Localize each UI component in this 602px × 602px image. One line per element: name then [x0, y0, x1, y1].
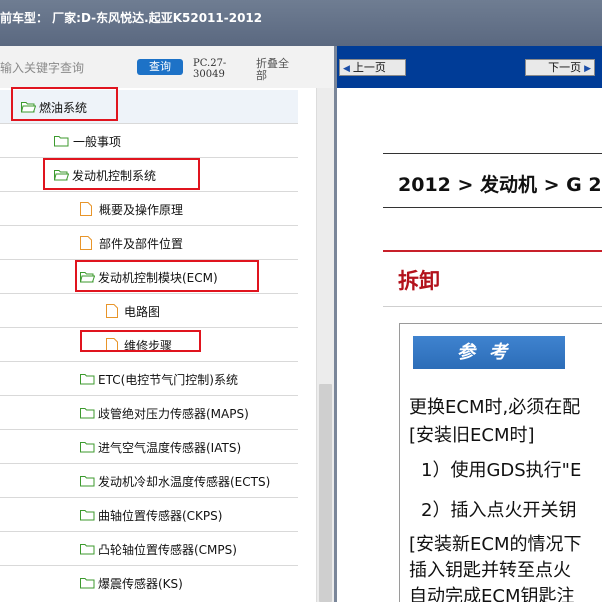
tree-label: 概要及操作原理 [99, 203, 184, 217]
section-rule [383, 250, 602, 252]
tree-node-maps[interactable]: 歧管绝对压力传感器(MAPS) [0, 396, 298, 430]
note-line: 更换ECM时,必须在配 [409, 397, 581, 418]
prev-page-label: 上一页 [352, 61, 386, 74]
left-pane: 查询 PC.27-30049 折叠全部 燃油系统 一般事项 发动机控制系统 [0, 46, 335, 602]
folder-open-icon [21, 102, 36, 113]
tree-label: 发动机控制模块(ECM) [98, 271, 218, 285]
folder-icon [80, 374, 95, 385]
document-pane: ◀ 上一页 下一页 ▶ 2012 > 发动机 > G 2 拆卸 参考 更换ECM时,… [337, 46, 602, 602]
divider-line [383, 306, 602, 307]
tree-node-ecm[interactable]: 发动机控制模块(ECM) [0, 260, 298, 294]
tree-label: 进气空气温度传感器(IATS) [98, 441, 242, 455]
search-button[interactable]: 查询 [137, 59, 183, 75]
note-line: [安装旧ECM时] [409, 425, 535, 446]
tree-label: 曲轴位置传感器(CKPS) [98, 509, 223, 523]
page-icon [80, 202, 92, 216]
arrow-left-icon: ◀ [343, 64, 350, 74]
page-nav-bar: ◀ 上一页 下一页 ▶ [337, 46, 602, 88]
tree-node-iats[interactable]: 进气空气温度传感器(IATS) [0, 430, 298, 464]
folder-open-icon [80, 272, 95, 283]
folder-icon [54, 136, 69, 147]
note-line: [安装新ECM的情况下 [409, 534, 582, 555]
tree-label: 爆震传感器(KS) [98, 577, 183, 591]
pc-code: PC.27-30049 [193, 58, 227, 80]
note-line: 自动完成ECM钥匙注 [409, 586, 575, 602]
note-line: 1）使用GDS执行"E [421, 460, 582, 481]
tree-node-ks[interactable]: 爆震传感器(KS) [0, 566, 298, 600]
folder-open-icon [54, 170, 69, 181]
next-page-button[interactable]: 下一页 ▶ [525, 59, 595, 76]
tree-node-repair-procedure[interactable]: 维修步骤 [0, 328, 298, 362]
page-icon [80, 236, 92, 250]
tree-label: 发动机控制系统 [72, 169, 157, 183]
tree-label: 部件及部件位置 [99, 237, 184, 251]
tree-node-cmps[interactable]: 凸轮轴位置传感器(CMPS) [0, 532, 298, 566]
tree-label: 电路图 [124, 305, 161, 319]
folder-icon [80, 544, 95, 555]
tree-node-circuit-diagram[interactable]: 电路图 [0, 294, 298, 328]
vertical-scrollbar[interactable] [316, 88, 335, 602]
tree-view: 燃油系统 一般事项 发动机控制系统 概要及操作原理 部件及部件位置 发动机控制模… [0, 87, 298, 602]
title-bar: 前车型： 厂家:D-东风悦达.起亚K52011-2012 [0, 0, 602, 46]
fold-all-button[interactable]: 折叠全部 [256, 58, 296, 82]
prev-page-button[interactable]: ◀ 上一页 [339, 59, 406, 76]
tree-label: ETC(电控节气门控制)系统 [98, 373, 238, 387]
tree-node-general[interactable]: 一般事项 [0, 124, 298, 158]
folder-icon [80, 442, 95, 453]
note-line: 插入钥匙并转至点火 [409, 560, 571, 581]
tree-node-ckps[interactable]: 曲轴位置传感器(CKPS) [0, 498, 298, 532]
page-icon [106, 304, 118, 318]
section-title: 拆卸 [398, 269, 440, 293]
note-line: 2）插入点火开关钥 [421, 500, 577, 521]
note-label: 参考 [413, 336, 565, 369]
folder-icon [80, 510, 95, 521]
arrow-right-icon: ▶ [584, 64, 591, 74]
divider-line [383, 153, 602, 154]
tree-node-ects[interactable]: 发动机冷却水温度传感器(ECTS) [0, 464, 298, 498]
tree-node-fuel-system[interactable]: 燃油系统 [0, 90, 298, 124]
folder-icon [80, 578, 95, 589]
tree-label: 凸轮轴位置传感器(CMPS) [98, 543, 237, 557]
tree-label: 燃油系统 [39, 101, 88, 115]
note-box: 参考 更换ECM时,必须在配 [安装旧ECM时] 1）使用GDS执行"E 2）插… [399, 323, 602, 602]
page-icon [106, 338, 118, 352]
tree-node-etc[interactable]: ETC(电控节气门控制)系统 [0, 362, 298, 396]
tree-label: 歧管绝对压力传感器(MAPS) [98, 407, 249, 421]
scrollbar-thumb[interactable] [319, 384, 332, 602]
folder-icon [80, 476, 95, 487]
tree-node-components[interactable]: 部件及部件位置 [0, 226, 298, 260]
next-page-label: 下一页 [548, 61, 582, 74]
document-breadcrumb-title: 2012 > 发动机 > G 2 [398, 174, 602, 196]
divider-line [383, 207, 602, 208]
tree-label: 发动机冷却水温度传感器(ECTS) [98, 475, 271, 489]
search-input[interactable] [0, 58, 130, 78]
window-title: 前车型： 厂家:D-东风悦达.起亚K52011-2012 [0, 11, 263, 25]
tree-node-engine-control[interactable]: 发动机控制系统 [0, 158, 298, 192]
tree-node-overview[interactable]: 概要及操作原理 [0, 192, 298, 226]
folder-icon [80, 408, 95, 419]
tree-label: 一般事项 [73, 135, 122, 149]
search-bar: 查询 PC.27-30049 折叠全部 [0, 46, 334, 88]
tree-label: 维修步骤 [124, 339, 173, 353]
